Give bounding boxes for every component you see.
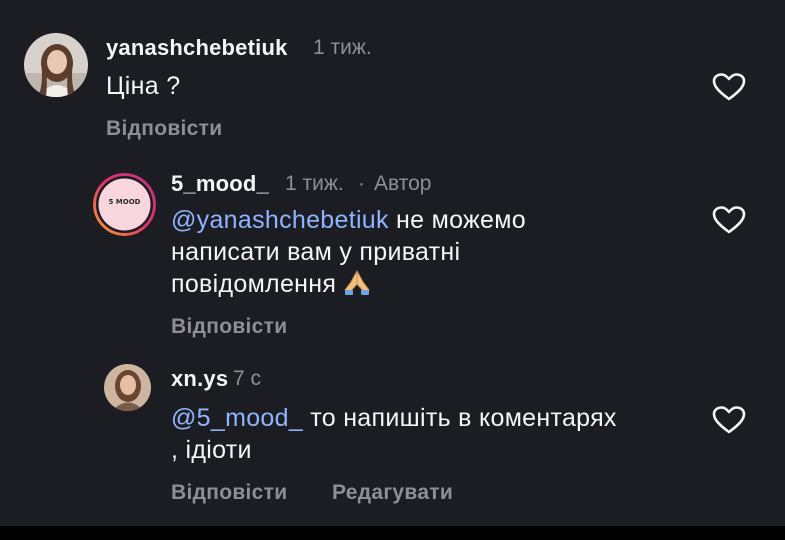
- comment-text-line: то напишіть в коментарях: [303, 404, 617, 432]
- comment-text: Ціна ?: [106, 70, 180, 102]
- comments-screen: yanashchebetiuk 1 тиж. Ціна ? Відповісти: [0, 0, 785, 540]
- comment-yanashchebetiuk: yanashchebetiuk 1 тиж. Ціна ? Відповісти: [0, 0, 785, 160]
- comment-text-line: , ідіоти: [171, 436, 252, 464]
- heart-icon[interactable]: [712, 405, 746, 435]
- mention-link[interactable]: @5_mood_: [171, 404, 303, 432]
- comment-time: 1 тиж.: [313, 36, 372, 59]
- comment-username[interactable]: xn.ys: [171, 366, 228, 392]
- author-badge: Автор: [374, 172, 432, 195]
- meta-separator: ·: [358, 172, 365, 195]
- heart-icon[interactable]: [712, 72, 746, 102]
- reply-5-mood: 5 MOOD 5_mood_ 1 тиж. · Автор @yanashche…: [0, 160, 785, 350]
- bottom-edge: [0, 526, 785, 540]
- mention-link[interactable]: @yanashchebetiuk: [171, 206, 389, 234]
- comment-time: 7 с: [233, 367, 262, 390]
- edit-button[interactable]: Редагувати: [332, 481, 453, 505]
- avatar-story-ring[interactable]: 5 MOOD: [93, 173, 156, 236]
- reply-button[interactable]: Відповісти: [171, 481, 287, 505]
- comment-text: @yanashchebetiuk не можемо написати вам …: [171, 204, 691, 300]
- heart-icon[interactable]: [712, 205, 746, 235]
- reply-xn-ys: xn.ys 7 с @5_mood_ то напишіть в комента…: [0, 350, 785, 526]
- comment-text-line: не можемо: [388, 206, 526, 234]
- reply-button[interactable]: Відповісти: [106, 117, 222, 141]
- folded-hands-icon: [344, 270, 370, 295]
- reply-button[interactable]: Відповісти: [171, 315, 287, 339]
- comment-text-line: написати вам у приватні: [171, 238, 461, 266]
- comment-username[interactable]: yanashchebetiuk: [106, 35, 288, 61]
- avatar-logo-text: 5 MOOD: [108, 198, 141, 206]
- comment-username[interactable]: 5_mood_: [171, 171, 269, 197]
- comment-text: @5_mood_ то напишіть в коментарях , ідіо…: [171, 402, 701, 466]
- comment-text-content: Ціна ?: [106, 72, 181, 100]
- comment-time: 1 тиж.: [285, 172, 344, 195]
- avatar[interactable]: [104, 364, 151, 411]
- comment-text-line: повідомлення: [171, 270, 337, 298]
- avatar[interactable]: [24, 33, 88, 97]
